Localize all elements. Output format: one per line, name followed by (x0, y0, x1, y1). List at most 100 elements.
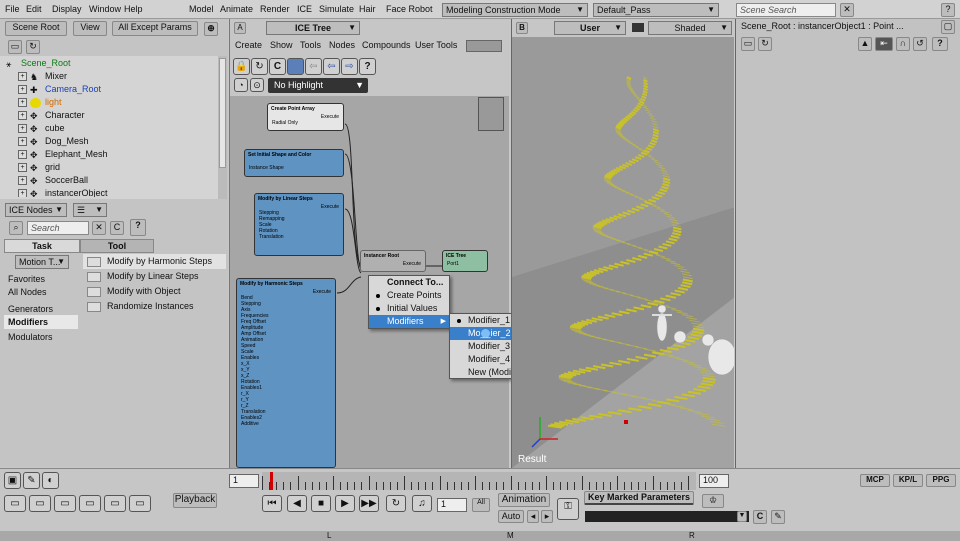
view-mode-dropdown[interactable]: ☰ ▼ (73, 203, 107, 217)
menu-render[interactable]: Render (260, 4, 290, 14)
start-frame-input[interactable]: 1 (229, 474, 259, 488)
menu-simulate[interactable]: Simulate (319, 4, 354, 14)
tree-row[interactable]: + ♞ Mixer (18, 71, 67, 84)
viewport-b[interactable]: B User ▼ Shaded ▼ Result (511, 19, 734, 468)
current-frame-input[interactable]: 1 (437, 498, 467, 512)
audio-icon[interactable]: ♫ (412, 495, 432, 512)
timeline-track[interactable] (262, 472, 696, 490)
view-button[interactable]: View (73, 21, 107, 36)
pass-dropdown[interactable]: Default_Pass ▼ (593, 3, 719, 17)
menu-edit[interactable]: Edit (26, 4, 42, 14)
library-node[interactable]: Randomize Instances (87, 301, 194, 315)
tree-row[interactable]: + ✥ SoccerBall (18, 175, 88, 188)
next-key-icon[interactable]: ▶▶ (359, 495, 379, 512)
camera-icon[interactable] (632, 23, 644, 32)
node-ice-tree-root[interactable]: ICE Tree Port1 (442, 250, 488, 272)
menu-file[interactable]: File (5, 4, 20, 14)
menu-model[interactable]: Model (189, 4, 214, 14)
library-search-input[interactable]: Search (27, 221, 89, 235)
tree-row[interactable]: + ✥ cube (18, 123, 65, 136)
library-node[interactable]: Modify by Harmonic Steps (87, 256, 212, 270)
stop-icon[interactable]: ■ (311, 495, 331, 512)
tree-row[interactable]: + ✥ grid (18, 162, 60, 175)
node-create-point-array[interactable]: Create Point Array Execute Radial Only (267, 103, 344, 131)
tree-row[interactable]: + light (18, 97, 62, 110)
layout-3-icon[interactable]: ▭ (54, 495, 76, 512)
category-generators[interactable]: Generators (8, 304, 53, 314)
key-icon[interactable]: ⚿ (557, 498, 579, 520)
menu-display[interactable]: Display (52, 4, 82, 14)
node-port[interactable]: Translation (255, 234, 343, 240)
menu-face-robot[interactable]: Face Robot (386, 4, 433, 14)
help-icon[interactable]: ? (941, 3, 955, 17)
animation-button[interactable]: Animation (498, 493, 550, 507)
auto-key-button[interactable]: Auto (498, 510, 524, 523)
node-port[interactable]: Additive (237, 421, 335, 427)
script-icon[interactable]: ✎ (771, 510, 785, 524)
paint-icon[interactable]: ✎ (23, 472, 40, 489)
shading-dropdown[interactable]: Shaded ▼ (648, 21, 732, 35)
palette-icon[interactable]: ◐ (42, 472, 59, 489)
command-line[interactable] (585, 511, 749, 522)
layout-2-icon[interactable]: ▭ (29, 495, 51, 512)
menu-animate[interactable]: Animate (220, 4, 253, 14)
revert-icon[interactable]: ↺ (913, 37, 927, 51)
search-icon[interactable]: ⌕ (9, 221, 23, 235)
refresh-icon[interactable]: ↻ (26, 40, 40, 54)
library-node[interactable]: Modify by Linear Steps (87, 271, 199, 285)
menu-hair[interactable]: Hair (359, 4, 376, 14)
menu-item-create-points[interactable]: Create Points (369, 289, 449, 302)
filter-icon[interactable]: C (110, 221, 124, 235)
library-node[interactable]: Modify with Object (87, 286, 181, 300)
library-dropdown[interactable]: ICE Nodes ▼ (5, 203, 67, 217)
scene-search-input[interactable]: Scene Search (736, 3, 836, 17)
next-key-icon[interactable]: ▸ (541, 510, 553, 523)
key-marked-params-button[interactable]: Key Marked Parameters (584, 491, 694, 505)
explorer-scrollbar[interactable] (218, 56, 227, 199)
chevron-down-icon[interactable]: ▼ (737, 511, 747, 522)
node-instancer-root[interactable]: Instancer Root Execute (360, 250, 426, 272)
layout-4-icon[interactable]: ▭ (79, 495, 101, 512)
layout-1-icon[interactable]: ▭ (4, 495, 26, 512)
layout-5-icon[interactable]: ▭ (104, 495, 126, 512)
filter-button[interactable]: All Except Params (112, 21, 198, 36)
lock-icon[interactable]: ▭ (8, 40, 22, 54)
task-dropdown[interactable]: Motion T... ▼ (15, 255, 69, 269)
viewport-label[interactable]: B (516, 22, 528, 34)
pin-icon[interactable]: ▭ (741, 37, 755, 51)
tab-kpl[interactable]: KP/L (893, 474, 923, 487)
layout-6-icon[interactable]: ▭ (129, 495, 151, 512)
node-set-initial-shape[interactable]: Set Initial Shape and Color Instance Sha… (244, 149, 344, 177)
end-frame-input[interactable]: 100 (699, 474, 729, 488)
mode-dropdown[interactable]: Modeling Construction Mode ▼ (442, 3, 588, 17)
clear-icon[interactable]: ✕ (92, 221, 106, 235)
first-frame-icon[interactable]: ⏮ (262, 495, 282, 512)
menu-item-modifiers[interactable]: Modifiers ▶ (369, 315, 449, 328)
tree-row[interactable]: + ✥ Character (18, 110, 85, 123)
tab-mcp[interactable]: MCP (860, 474, 890, 487)
clear-icon[interactable]: C (753, 510, 767, 524)
category-all-nodes[interactable]: All Nodes (8, 287, 47, 297)
tree-row[interactable]: + ✥ Dog_Mesh (18, 136, 89, 149)
loop-icon[interactable]: ↻ (386, 495, 406, 512)
node-modify-linear-steps[interactable]: Modify by Linear Steps Execute Stepping R… (254, 193, 344, 256)
scope-button[interactable]: Scene Root (5, 21, 67, 36)
menu-item-initial-values[interactable]: Initial Values (369, 302, 449, 315)
keyframe-icon[interactable]: ♔ (702, 494, 724, 508)
tab-task[interactable]: Task (4, 239, 80, 253)
category-modifiers[interactable]: Modifiers (8, 317, 48, 327)
lock-icon[interactable]: ∩ (896, 37, 910, 51)
tree-row[interactable]: + ✚ Camera_Root (18, 84, 101, 97)
camera-dropdown[interactable]: User ▼ (554, 21, 626, 35)
prev-key-icon[interactable]: ◂ (527, 510, 539, 523)
menu-ice[interactable]: ICE (297, 4, 312, 14)
all-button[interactable]: All (472, 498, 490, 512)
help-icon[interactable]: ? (130, 219, 146, 236)
tab-ppg[interactable]: PPG (926, 474, 956, 487)
tree-row[interactable]: + ✥ instancerObject (18, 188, 108, 197)
close-icon[interactable]: ▢ (941, 20, 955, 34)
playhead[interactable] (270, 472, 273, 490)
menu-window[interactable]: Window (89, 4, 121, 14)
category-favorites[interactable]: Favorites (8, 274, 45, 284)
scroll-thumb[interactable] (219, 58, 226, 168)
